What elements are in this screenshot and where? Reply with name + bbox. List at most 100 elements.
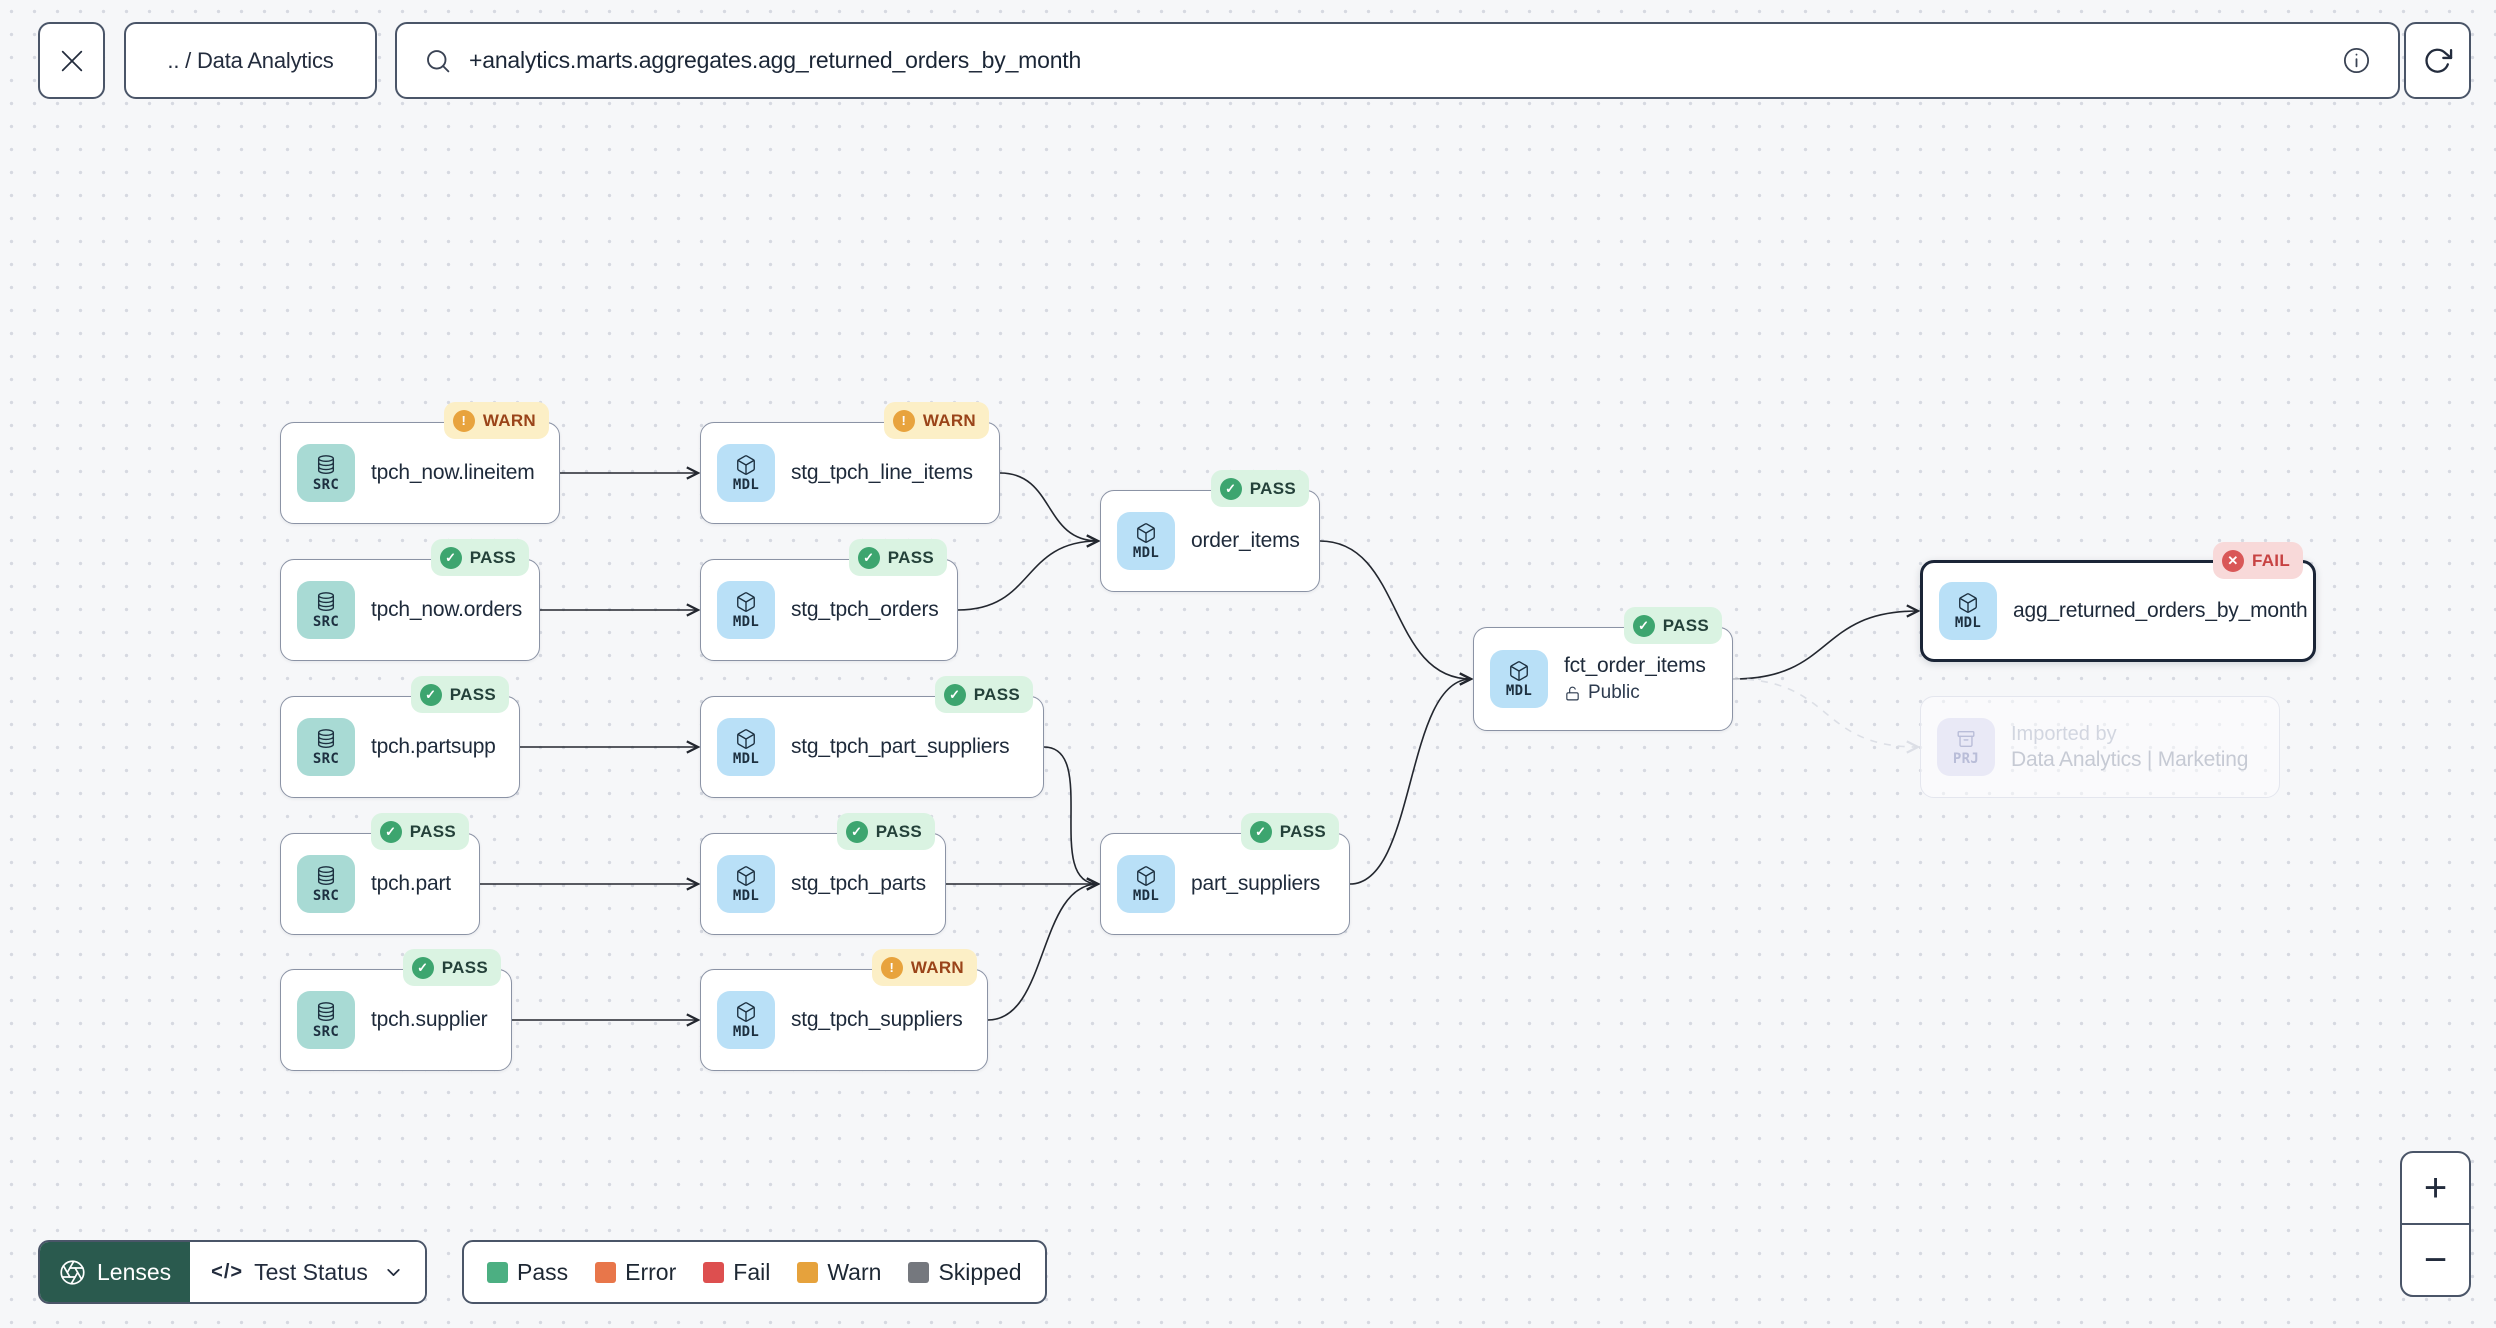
node-type-chip-mdl: MDL bbox=[717, 718, 775, 776]
status-badge-pass: ✓ PASS bbox=[934, 676, 1033, 713]
graph-node-stg_tpch_suppliers[interactable]: ! WARN MDL stg_tpch_suppliers bbox=[700, 949, 988, 1071]
status-badge-label: PASS bbox=[409, 821, 456, 841]
graph-node-tpch_part[interactable]: ✓ PASS SRC tpch.part bbox=[280, 813, 480, 935]
node-label: tpch_now.orders bbox=[371, 598, 523, 621]
database-icon bbox=[317, 728, 335, 748]
cube-icon bbox=[737, 454, 755, 475]
graph-node-stg_tpch_line_items[interactable]: ! WARN MDL stg_tpch_line_items bbox=[700, 402, 1000, 524]
info-icon[interactable] bbox=[2341, 45, 2372, 76]
node-type-chip-mdl: MDL bbox=[717, 444, 775, 502]
search-bar[interactable] bbox=[395, 22, 2400, 99]
legend-swatch bbox=[487, 1261, 508, 1283]
cube-icon bbox=[737, 591, 755, 612]
edge-part_suppliers-to-fct_order_items bbox=[1349, 679, 1471, 885]
legend-item-fail: Fail bbox=[703, 1259, 770, 1286]
check-circle-icon: ✓ bbox=[943, 683, 966, 706]
edge-stg_tpch_orders-to-order_items bbox=[957, 541, 1098, 611]
cube-icon bbox=[737, 865, 755, 886]
lineage-canvas[interactable]: { "colors": { "background": "#f6f7f9", "… bbox=[0, 0, 2496, 1328]
graph-node-order_items[interactable]: ✓ PASS MDL order_items bbox=[1100, 470, 1320, 592]
graph-node-part_suppliers[interactable]: ✓ PASS MDL part_suppliers bbox=[1100, 813, 1350, 935]
status-badge-fail: ✕ FAIL bbox=[2212, 542, 2303, 579]
node-label: agg_returned_orders_by_month bbox=[2013, 599, 2308, 622]
search-input[interactable] bbox=[469, 47, 2325, 74]
unlock-icon bbox=[1566, 686, 1579, 700]
node-type-label: MDL bbox=[1505, 682, 1533, 699]
graph-node-imported_by[interactable]: PRJ Imported by Data Analytics | Marketing bbox=[1920, 696, 2280, 798]
zoom-out-button[interactable]: − bbox=[2402, 1225, 2469, 1295]
chevron-down-icon bbox=[387, 1268, 400, 1276]
node-type-label: SRC bbox=[312, 1023, 340, 1040]
check-circle-icon: ✓ bbox=[439, 546, 462, 569]
status-badge-pass: ✓ PASS bbox=[402, 949, 501, 986]
status-badge-label: PASS bbox=[887, 547, 934, 567]
check-circle-icon: ✓ bbox=[845, 820, 868, 843]
node-label: tpch.partsupp bbox=[371, 735, 496, 758]
legend-label: Warn bbox=[827, 1258, 882, 1285]
node-label: tpch.supplier bbox=[371, 1008, 488, 1031]
legend-item-skipped: Skipped bbox=[908, 1258, 1022, 1286]
node-type-chip-mdl: MDL bbox=[717, 991, 775, 1049]
edge-fct_order_items-to-imported_by bbox=[1732, 678, 1918, 747]
status-badge-warn: ! WARN bbox=[871, 949, 977, 986]
graph-node-fct_order_items[interactable]: ✓ PASS MDL fct_order_items Public bbox=[1473, 607, 1733, 731]
node-label: stg_tpch_suppliers bbox=[791, 1008, 963, 1031]
node-label: stg_tpch_part_suppliers bbox=[791, 735, 1010, 758]
breadcrumb[interactable]: .. / Data Analytics bbox=[124, 22, 377, 99]
close-button[interactable] bbox=[38, 22, 105, 99]
graph-node-tpch_partsupp[interactable]: ✓ PASS SRC tpch.partsupp bbox=[280, 676, 520, 798]
check-circle-icon: ✓ bbox=[857, 546, 880, 569]
access-label: Public bbox=[1588, 682, 1640, 703]
database-icon bbox=[317, 591, 335, 611]
node-access-sublabel: Public bbox=[1564, 682, 1706, 704]
close-icon bbox=[61, 50, 82, 71]
status-badge-warn: ! WARN bbox=[883, 402, 989, 439]
status-badge-pass: ✓ PASS bbox=[410, 676, 509, 713]
graph-node-tpch_now_lineitem[interactable]: ! WARN SRC tpch_now.lineitem bbox=[280, 402, 560, 524]
node-type-label: PRJ bbox=[1952, 750, 1980, 767]
lens-name: Test Status bbox=[254, 1258, 368, 1285]
status-badge-label: PASS bbox=[441, 957, 488, 977]
legend-label: Skipped bbox=[938, 1258, 1022, 1285]
x-circle-icon: ✕ bbox=[2221, 549, 2244, 572]
aperture-icon bbox=[60, 1259, 85, 1285]
legend-label: Pass bbox=[517, 1258, 569, 1285]
graph-node-agg_returned_orders_by_month[interactable]: ✕ FAIL MDL agg_returned_orders_by_month bbox=[1920, 542, 2316, 662]
node-label: part_suppliers bbox=[1191, 872, 1321, 895]
legend-item-warn: Warn bbox=[797, 1259, 881, 1286]
status-badge-pass: ✓ PASS bbox=[370, 813, 469, 850]
legend-label: Error bbox=[625, 1258, 677, 1285]
status-badge-label: PASS bbox=[469, 547, 516, 567]
alert-circle-icon: ! bbox=[892, 409, 915, 432]
database-icon bbox=[317, 865, 335, 885]
node-overline: Imported by bbox=[2011, 722, 2117, 745]
edge-stg_tpch_part_suppliers-to-part_suppliers bbox=[1043, 746, 1098, 884]
refresh-button[interactable] bbox=[2404, 22, 2471, 99]
legend-item-error: Error bbox=[595, 1259, 676, 1286]
graph-node-tpch_now_orders[interactable]: ✓ PASS SRC tpch_now.orders bbox=[280, 539, 540, 661]
check-circle-icon: ✓ bbox=[1249, 820, 1272, 843]
node-type-label: MDL bbox=[1954, 614, 1982, 631]
node-type-label: MDL bbox=[1132, 887, 1160, 904]
node-type-label: SRC bbox=[312, 613, 340, 630]
check-circle-icon: ✓ bbox=[411, 956, 434, 979]
graph-node-stg_tpch_part_suppliers[interactable]: ✓ PASS MDL stg_tpch_part_suppliers bbox=[700, 676, 1044, 798]
node-type-chip-src: SRC bbox=[297, 718, 355, 776]
graph-node-stg_tpch_parts[interactable]: ✓ PASS MDL stg_tpch_parts bbox=[700, 813, 946, 935]
cube-icon bbox=[1137, 522, 1155, 543]
node-type-label: MDL bbox=[732, 476, 760, 493]
status-badge-label: WARN bbox=[482, 410, 536, 430]
project-icon bbox=[1957, 730, 1975, 747]
status-badge-pass: ✓ PASS bbox=[1623, 607, 1722, 644]
legend-swatch bbox=[595, 1261, 617, 1283]
lens-selector-dropdown[interactable]: </> Test Status bbox=[190, 1242, 425, 1302]
node-label: stg_tpch_parts bbox=[791, 872, 926, 895]
lenses-button[interactable]: Lenses bbox=[40, 1242, 191, 1302]
node-label: tpch.part bbox=[371, 872, 451, 895]
zoom-in-button[interactable]: + bbox=[2402, 1153, 2469, 1223]
graph-node-stg_tpch_orders[interactable]: ✓ PASS MDL stg_tpch_orders bbox=[700, 539, 958, 661]
graph-node-tpch_supplier[interactable]: ✓ PASS SRC tpch.supplier bbox=[280, 949, 512, 1071]
cube-icon bbox=[1510, 660, 1528, 681]
edge-order_items-to-fct_order_items bbox=[1319, 540, 1471, 679]
alert-circle-icon: ! bbox=[452, 409, 475, 432]
